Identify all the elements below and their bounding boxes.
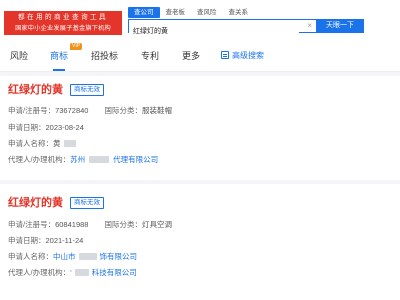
reg-number-label: 申请/注册号： xyxy=(8,106,56,115)
trademark-card[interactable]: 红绿灯的黄 商标无效 申请/注册号：73672840 国际分类：服装鞋帽 申请日期… xyxy=(0,76,400,176)
agent-link-suffix[interactable]: 科技有限公司 xyxy=(92,268,137,277)
search-tab-relation[interactable]: 查关系 xyxy=(223,7,255,18)
filter-icon xyxy=(221,51,229,59)
applicant-link-prefix[interactable]: 中山市 xyxy=(53,252,76,261)
class-label: 国际分类： xyxy=(104,106,142,115)
clear-icon[interactable]: × xyxy=(307,21,312,31)
search-button[interactable]: 天眼一下 xyxy=(316,19,364,33)
redacted-text xyxy=(74,269,89,276)
advanced-search-link[interactable]: 高级搜索 xyxy=(221,50,264,62)
apply-date-value: 2021-11-24 xyxy=(45,236,84,245)
apply-date-value: 2023-08-24 xyxy=(45,123,84,132)
agent-link-prefix[interactable]: ‘ xyxy=(70,268,72,277)
tab-risk[interactable]: 风险 xyxy=(10,50,28,62)
vip-badge: VIP xyxy=(70,43,83,50)
search-input[interactable] xyxy=(129,25,299,37)
apply-date-row: 申请日期：2021-11-24 xyxy=(8,236,83,246)
status-badge: 商标无效 xyxy=(70,197,104,209)
reg-number-value: 73672840 xyxy=(55,106,89,115)
reg-number-row: 申请/注册号：73672840 国际分类：服装鞋帽 xyxy=(8,106,172,116)
apply-date-label: 申请日期： xyxy=(8,123,46,132)
trademark-card[interactable]: 红绿灯的黄 商标无效 申请/注册号：60841988 国际分类：灯具空调 申请日期… xyxy=(0,184,400,294)
tab-patent[interactable]: 专利 xyxy=(141,50,159,62)
tab-bidding[interactable]: 招投标 xyxy=(91,50,118,62)
agent-row: 代理人/办理机构：苏州 代理有限公司 xyxy=(8,155,158,165)
reg-number-value: 60841988 xyxy=(55,220,89,229)
search-box: × xyxy=(128,19,317,37)
trademark-name[interactable]: 红绿灯的黄 xyxy=(8,83,63,97)
class-value: 服装鞋帽 xyxy=(141,106,172,115)
apply-date-label: 申请日期： xyxy=(8,236,46,245)
applicant-row: 申请人名称：中山市 饰有限公司 xyxy=(8,252,137,262)
trademark-name[interactable]: 红绿灯的黄 xyxy=(8,196,63,210)
search-tab-boss[interactable]: 查老板 xyxy=(160,7,192,18)
header: 都在用的商业查询工具 国家中小企业发展子基金旗下机构 查公司 查老板 查风险 查… xyxy=(0,0,400,40)
tab-trademark[interactable]: 商标 xyxy=(50,50,68,62)
agent-label: 代理人/办理机构： xyxy=(8,268,71,277)
redacted-text xyxy=(63,140,76,147)
applicant-value: 黄 xyxy=(53,139,61,148)
search-tab-company[interactable]: 查公司 xyxy=(128,7,160,18)
advanced-search-label: 高级搜索 xyxy=(232,51,264,60)
redacted-text xyxy=(89,156,110,163)
class-label: 国际分类： xyxy=(104,220,142,229)
applicant-label: 申请人名称： xyxy=(8,252,53,261)
redacted-text xyxy=(78,253,97,260)
apply-date-row: 申请日期：2023-08-24 xyxy=(8,123,84,133)
reg-number-row: 申请/注册号：60841988 国际分类：灯具空调 xyxy=(8,220,172,230)
applicant-row: 申请人名称：黄 xyxy=(8,139,76,149)
reg-number-label: 申请/注册号： xyxy=(8,220,56,229)
status-badge: 商标无效 xyxy=(70,84,104,96)
brand-subtitle: 国家中小企业发展子基金旗下机构 xyxy=(15,25,111,32)
agent-link-suffix[interactable]: 代理有限公司 xyxy=(113,155,158,164)
applicant-link-suffix[interactable]: 饰有限公司 xyxy=(100,252,138,261)
brand-banner[interactable]: 都在用的商业查询工具 国家中小企业发展子基金旗下机构 xyxy=(4,11,122,35)
agent-row: 代理人/办理机构：‘ 科技有限公司 xyxy=(8,268,137,278)
agent-label: 代理人/办理机构： xyxy=(8,155,71,164)
search-type-tabs: 查公司 查老板 查风险 查关系 xyxy=(128,7,254,18)
tab-more[interactable]: 更多 xyxy=(182,50,200,62)
active-tab-indicator xyxy=(53,69,65,71)
search-tab-risk[interactable]: 查风险 xyxy=(191,7,223,18)
category-tabs: 风险 商标 VIP 招投标 专利 更多 xyxy=(0,40,400,72)
applicant-label: 申请人名称： xyxy=(8,139,53,148)
agent-link-prefix[interactable]: 苏州 xyxy=(70,155,85,164)
brand-slogan: 都在用的商业查询工具 xyxy=(18,14,108,21)
class-value: 灯具空调 xyxy=(141,220,172,229)
